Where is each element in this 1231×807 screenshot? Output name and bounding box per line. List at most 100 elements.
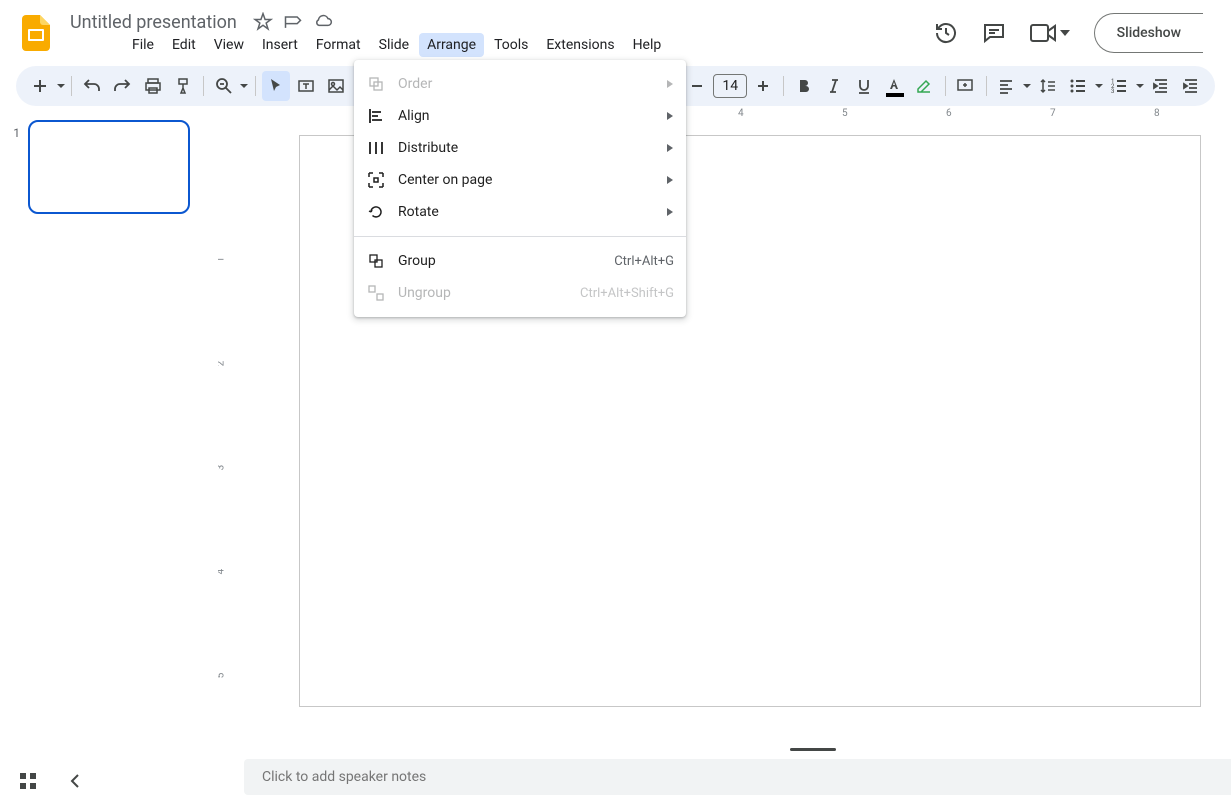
move-icon[interactable] [283,12,303,32]
ruler-label: 1 [218,257,226,263]
menu-help[interactable]: Help [625,33,670,57]
svg-text:3: 3 [1111,88,1114,95]
menu-align-label: Align [398,108,666,124]
menu-ungroup: Ungroup Ctrl+Alt+Shift+G [354,277,686,309]
menu-file[interactable]: File [124,33,162,57]
new-slide-button[interactable] [26,71,54,101]
submenu-arrow-icon [666,80,674,88]
separator [783,76,784,96]
menubar: File Edit View Insert Format Slide Arran… [64,33,934,57]
line-spacing-button[interactable] [1034,71,1062,101]
cloud-saved-icon[interactable] [313,12,333,32]
ruler-label: 3 [218,465,226,471]
menu-ungroup-label: Ungroup [398,285,580,301]
underline-button[interactable] [850,71,878,101]
ruler-label: 8 [1154,108,1160,119]
filmstrip: 1 [0,108,218,758]
insert-comment-button[interactable] [951,71,979,101]
menu-format[interactable]: Format [308,33,369,57]
vertical-ruler: 1 2 3 4 5 [218,124,244,758]
redo-button[interactable] [108,71,136,101]
grid-view-icon[interactable] [16,769,40,793]
menu-tools[interactable]: Tools [486,33,536,57]
distribute-icon [366,138,386,158]
align-button[interactable] [992,71,1020,101]
highlight-color-button[interactable] [910,71,938,101]
menu-view[interactable]: View [206,33,252,57]
ruler-label: 4 [218,569,226,575]
separator [986,76,987,96]
print-button[interactable] [138,71,166,101]
star-icon[interactable] [253,12,273,32]
submenu-arrow-icon [666,208,674,216]
new-slide-dropdown[interactable] [56,84,65,88]
zoom-button[interactable] [210,71,238,101]
menu-slide[interactable]: Slide [371,33,417,57]
menu-center-on-page[interactable]: Center on page [354,164,686,196]
menu-distribute-label: Distribute [398,140,666,156]
select-tool[interactable] [262,71,290,101]
arrange-dropdown-menu: Order Align Distribute Center on page Ro… [354,60,686,317]
slide-thumbnail[interactable] [28,120,190,214]
undo-button[interactable] [78,71,106,101]
slide-number: 1 [10,126,20,140]
align-dropdown[interactable] [1023,84,1032,88]
menu-separator [354,236,686,237]
comments-icon[interactable] [982,21,1006,45]
order-icon [366,74,386,94]
paint-format-button[interactable] [169,71,197,101]
separator [255,76,256,96]
text-color-button[interactable] [880,71,908,101]
align-icon [366,106,386,126]
separator [203,76,204,96]
menu-rotate[interactable]: Rotate [354,196,686,228]
submenu-arrow-icon [666,144,674,152]
chevron-left-icon[interactable] [64,769,88,793]
speaker-notes-bar[interactable]: Click to add speaker notes [244,759,1231,795]
numbered-list-button[interactable]: 123 [1105,71,1133,101]
ruler-label: 6 [946,108,952,119]
font-size-input[interactable] [713,74,747,98]
document-title[interactable]: Untitled presentation [64,10,243,35]
font-size-increase[interactable] [749,71,777,101]
image-button[interactable] [322,71,350,101]
meet-button[interactable] [1030,23,1070,43]
bulleted-list-button[interactable] [1064,71,1092,101]
menu-distribute[interactable]: Distribute [354,132,686,164]
menu-edit[interactable]: Edit [164,33,204,57]
menu-align[interactable]: Align [354,100,686,132]
bold-button[interactable] [790,71,818,101]
submenu-arrow-icon [666,112,674,120]
textbox-button[interactable] [292,71,320,101]
ruler-label: 7 [1050,108,1056,119]
zoom-dropdown[interactable] [240,84,249,88]
group-icon [366,251,386,271]
menu-extensions[interactable]: Extensions [538,33,622,57]
separator [945,76,946,96]
menu-order-label: Order [398,76,666,92]
numbered-list-dropdown[interactable] [1135,84,1144,88]
menu-group-label: Group [398,253,614,269]
slide-indicator-bar[interactable] [790,748,836,751]
bulleted-list-dropdown[interactable] [1094,84,1103,88]
submenu-arrow-icon [666,176,674,184]
ungroup-icon [366,283,386,303]
menu-group-shortcut: Ctrl+Alt+G [614,254,674,269]
font-size-decrease[interactable] [683,71,711,101]
menu-arrange[interactable]: Arrange [419,33,484,57]
decrease-indent-button[interactable] [1147,71,1175,101]
center-on-page-icon [366,170,386,190]
slideshow-button[interactable]: Slideshow [1094,13,1203,53]
increase-indent-button[interactable] [1177,71,1205,101]
menu-rotate-label: Rotate [398,204,666,220]
slide-thumbnail-row: 1 [10,120,208,214]
italic-button[interactable] [820,71,848,101]
menu-group[interactable]: Group Ctrl+Alt+G [354,245,686,277]
slides-logo[interactable] [16,13,56,53]
rotate-icon [366,202,386,222]
menu-insert[interactable]: Insert [254,33,306,57]
ruler-label: 2 [218,361,226,367]
ruler-label: 4 [738,108,744,119]
history-icon[interactable] [934,21,958,45]
menu-order: Order [354,68,686,100]
